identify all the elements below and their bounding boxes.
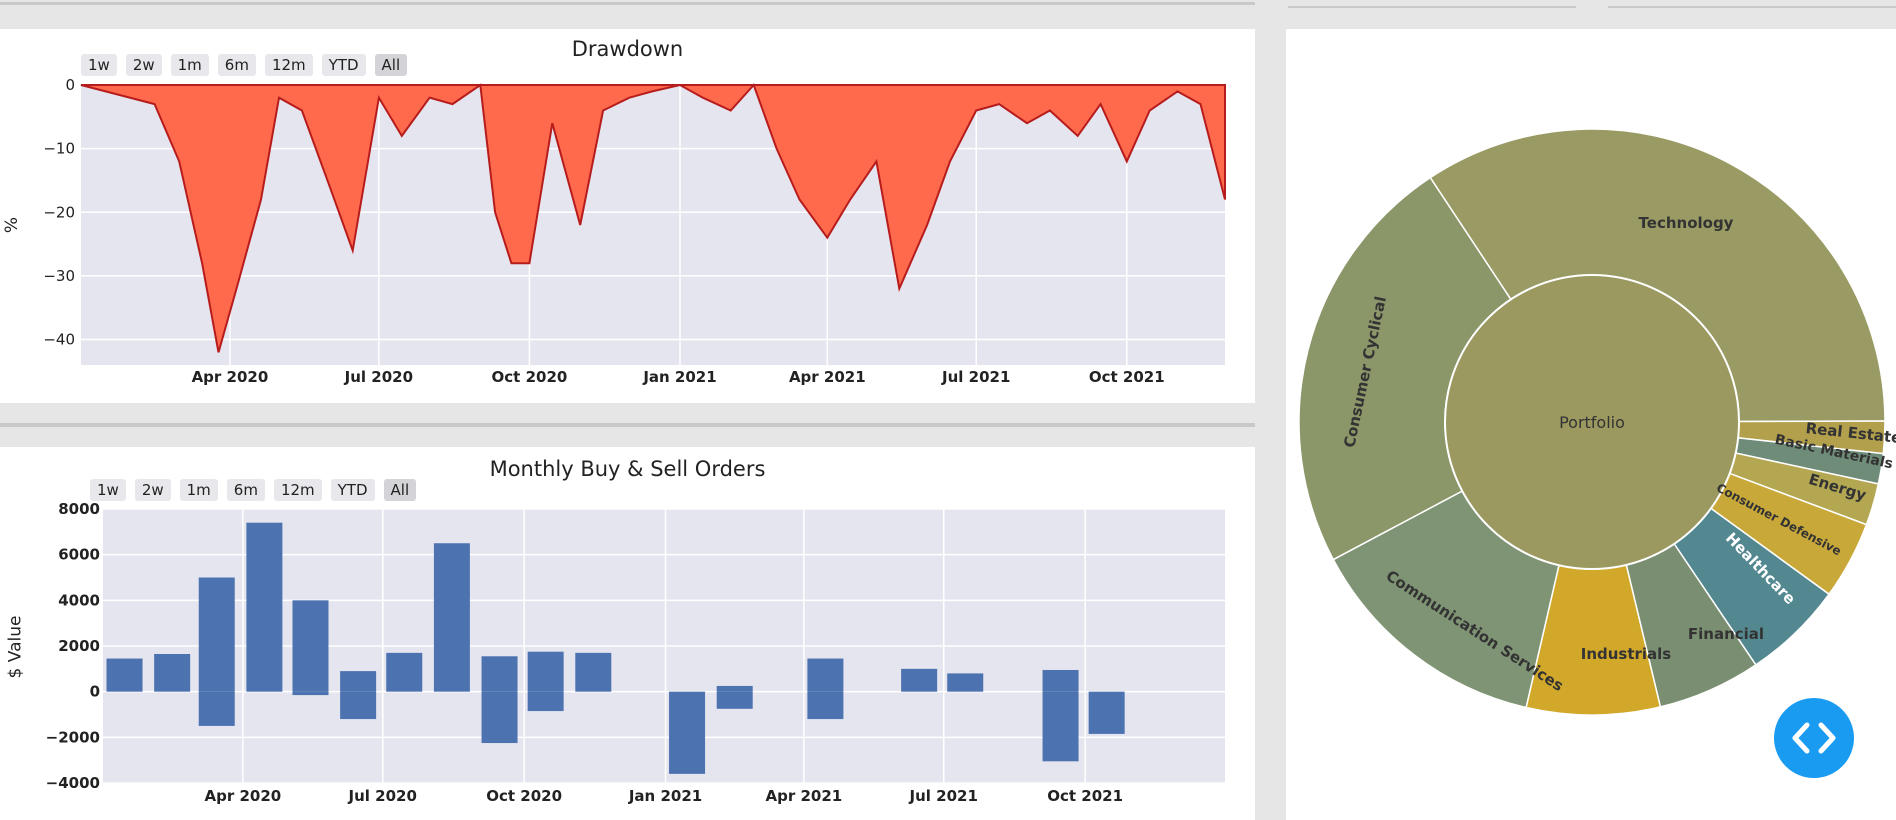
drawdown-panel: Drawdown 1w 2w 1m 6m 12m YTD All % 0 −10−… [0, 29, 1255, 403]
orders-sell-bar[interactable] [807, 691, 844, 720]
orders-xtick-label: Jul 2020 [348, 787, 417, 805]
orders-xtick-label: Apr 2020 [205, 787, 282, 805]
orders-buy-bar[interactable] [901, 668, 938, 692]
drawdown-xtick-label: Oct 2020 [492, 368, 568, 386]
orders-buy-bar[interactable] [154, 653, 191, 692]
orders-sell-bar[interactable] [340, 691, 377, 720]
orders-ytick-label: −2000 [46, 728, 100, 746]
orders-xtick-label: Oct 2021 [1047, 787, 1123, 805]
orders-sell-bar[interactable] [669, 691, 706, 774]
orders-buy-bar[interactable] [386, 652, 423, 692]
drawdown-xtick-label: Apr 2020 [192, 368, 269, 386]
orders-buy-bar[interactable] [807, 658, 844, 692]
orders-ytick-label: 0 [90, 683, 100, 701]
drawdown-ytick-label: −10 [43, 140, 75, 158]
orders-xtick-label: Oct 2020 [486, 787, 562, 805]
orders-sell-bar[interactable] [1042, 691, 1079, 762]
code-brackets-icon [1792, 722, 1836, 754]
code-toggle-button[interactable] [1774, 698, 1854, 778]
orders-buy-bar[interactable] [575, 652, 612, 692]
orders-ytick-label: 6000 [58, 546, 100, 564]
orders-buy-bar[interactable] [481, 656, 518, 692]
drawdown-xtick-label: Apr 2021 [789, 368, 866, 386]
drawdown-xtick-label: Jan 2021 [642, 368, 716, 386]
sunburst-center-label: Portfolio [1559, 413, 1625, 432]
top-divider-left [0, 2, 1255, 5]
sunburst-label-financial: Financial [1688, 625, 1764, 643]
sunburst-label-technology: Technology [1639, 214, 1734, 232]
middle-divider [0, 423, 1255, 427]
orders-buy-bar[interactable] [527, 651, 564, 692]
orders-sell-bar[interactable] [527, 691, 564, 712]
orders-buy-bar[interactable] [716, 685, 753, 692]
orders-plot[interactable]: 8000 6000 4000 2000 0 −2000 −4000 Apr 2020 Jul … [0, 447, 1255, 820]
drawdown-xtick-label: Jul 2020 [344, 368, 413, 386]
orders-ytick-label: 2000 [58, 637, 100, 655]
orders-sell-bar[interactable] [481, 691, 518, 744]
orders-sell-bar[interactable] [198, 691, 235, 726]
sunburst-label-industrials: Industrials [1581, 645, 1672, 663]
orders-buy-bar[interactable] [1042, 669, 1079, 692]
orders-buy-bar[interactable] [246, 522, 283, 692]
drawdown-xtick-label: Oct 2021 [1089, 368, 1165, 386]
orders-xtick-label: Jan 2021 [628, 787, 702, 805]
orders-sell-bar[interactable] [716, 691, 753, 709]
top-divider-mid [1288, 6, 1576, 8]
orders-sell-bar[interactable] [292, 691, 329, 696]
orders-buy-bar[interactable] [106, 658, 143, 692]
drawdown-ytick-label: −20 [43, 203, 75, 221]
top-divider-right [1608, 6, 1896, 8]
orders-buy-bar[interactable] [947, 673, 984, 692]
orders-sell-bar[interactable] [1088, 691, 1125, 734]
orders-xtick-label: Apr 2021 [766, 787, 843, 805]
orders-buy-bar[interactable] [433, 543, 470, 692]
orders-panel: Monthly Buy & Sell Orders 1w 2w 1m 6m 12… [0, 447, 1255, 820]
drawdown-xtick-label: Jul 2021 [941, 368, 1010, 386]
orders-xtick-label: Jul 2021 [909, 787, 978, 805]
orders-buy-bar[interactable] [340, 671, 377, 692]
orders-ytick-label: 4000 [58, 591, 100, 609]
orders-buy-bar[interactable] [292, 600, 329, 692]
orders-buy-bar[interactable] [198, 577, 235, 692]
drawdown-ytick-label: −40 [43, 331, 75, 349]
orders-ytick-label: 8000 [58, 500, 100, 518]
drawdown-ytick-label: 0 [65, 76, 75, 94]
drawdown-plot[interactable]: 0 −10 −20 −30 −40 Apr 2020 Jul 2020 Oct 2020 Ja… [0, 29, 1255, 403]
drawdown-ytick-label: −30 [43, 267, 75, 285]
orders-ytick-label: −4000 [46, 774, 100, 792]
